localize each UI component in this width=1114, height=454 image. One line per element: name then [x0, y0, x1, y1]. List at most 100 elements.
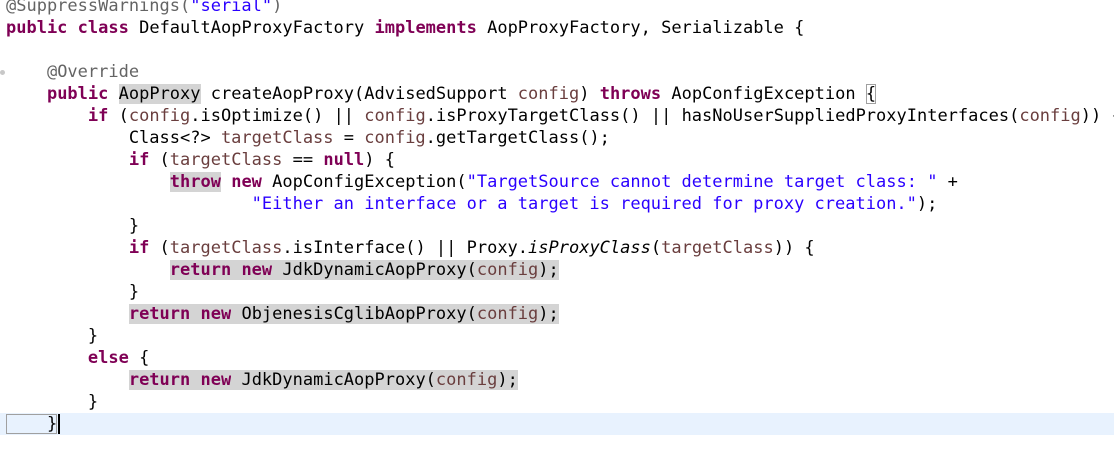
code-editor[interactable]: @SuppressWarnings("serial") public class … [0, 0, 1114, 454]
code-text: + [937, 172, 958, 192]
code-text: AopConfigException [661, 84, 866, 104]
code-text: } [6, 282, 140, 302]
code-text: ); [538, 304, 559, 324]
code-identifier: config [128, 106, 191, 126]
code-content: @SuppressWarnings("serial") [6, 0, 282, 17]
code-identifier: config [476, 260, 539, 280]
code-keyword: throw [169, 172, 221, 192]
code-text: } [6, 414, 58, 434]
code-line[interactable]: if (targetClass == null) { [0, 149, 1114, 171]
code-keyword: new [200, 304, 232, 324]
code-text: JdkDynamicAopProxy( [231, 370, 436, 390]
code-text: AopProxyFactory, Serializable { [476, 18, 805, 38]
code-content: } [6, 281, 139, 303]
code-line[interactable]: if (config.isOptimize() || config.isProx… [0, 105, 1114, 127]
code-line[interactable]: "Either an interface or a target is requ… [0, 193, 1114, 215]
code-text: ); [916, 194, 938, 214]
code-content: return new ObjenesisCglibAopProxy(config… [6, 303, 559, 325]
code-identifier: targetClass [169, 150, 283, 170]
code-text: ( [108, 106, 129, 126]
code-text: { [128, 348, 150, 368]
code-keyword: class [77, 18, 129, 38]
code-string: "TargetSource cannot determine target cl… [466, 172, 938, 192]
code-keyword: if [87, 106, 109, 126]
code-content: return new JdkDynamicAopProxy(config); [6, 369, 518, 391]
code-text: AopProxy [118, 84, 201, 104]
code-content: Class<?> targetClass = config.getTargetC… [6, 127, 610, 149]
code-text: = [333, 128, 365, 148]
code-text [190, 370, 201, 390]
code-content: } [6, 325, 98, 347]
code-keyword: if [128, 238, 150, 258]
code-identifier: config [435, 370, 498, 390]
code-text: { [865, 84, 877, 104]
code-line[interactable]: @SuppressWarnings("serial") [0, 0, 1114, 17]
code-keyword: new [241, 260, 273, 280]
code-line[interactable]: } [0, 325, 1114, 347]
code-identifier: config [364, 128, 426, 148]
code-text: ); [538, 260, 559, 280]
code-keyword: if [128, 150, 150, 170]
code-line[interactable]: } [0, 413, 1114, 435]
code-text: ( [149, 238, 170, 258]
code-line[interactable]: public AopProxy createAopProxy(AdvisedSu… [0, 83, 1114, 105]
code-text: .getTargetClass(); [425, 128, 610, 148]
code-line[interactable]: Class<?> targetClass = config.getTargetC… [0, 127, 1114, 149]
code-line[interactable]: return new ObjenesisCglibAopProxy(config… [0, 303, 1114, 325]
code-line[interactable]: throw new AopConfigException("TargetSour… [0, 171, 1114, 193]
code-identifier: config [476, 304, 539, 324]
code-keyword: return [128, 370, 191, 390]
code-content: if (config.isOptimize() || config.isProx… [6, 105, 1114, 127]
code-line[interactable]: } [0, 215, 1114, 237]
code-line[interactable]: return new JdkDynamicAopProxy(config); [0, 259, 1114, 281]
code-content: if (targetClass == null) { [6, 149, 395, 171]
code-line[interactable]: return new JdkDynamicAopProxy(config); [0, 369, 1114, 391]
code-identifier: targetClass [661, 238, 774, 258]
code-text: } [6, 392, 99, 412]
code-line[interactable] [0, 39, 1114, 61]
code-identifier: config [364, 106, 426, 126]
code-line[interactable]: public class DefaultAopProxyFactory impl… [0, 17, 1114, 39]
code-content: } [6, 391, 98, 413]
code-content: } [6, 215, 139, 237]
code-keyword: new [200, 370, 232, 390]
code-string: "Either an interface or a target is requ… [251, 194, 917, 214]
code-keyword: return [128, 304, 191, 324]
code-keyword: public [6, 18, 68, 38]
code-text [231, 260, 242, 280]
code-line[interactable]: } [0, 281, 1114, 303]
code-identifier: config [517, 84, 580, 104]
code-keyword: public [46, 84, 109, 104]
code-text: )) { [1080, 106, 1114, 126]
code-text: Class<?> [6, 128, 221, 148]
code-text: } [6, 216, 140, 236]
code-keyword: new [231, 172, 262, 192]
code-text: createAopProxy(AdvisedSupport [200, 84, 518, 104]
code-keyword: throws [599, 84, 662, 104]
code-text: )) { [773, 238, 815, 258]
code-content: public AopProxy createAopProxy(AdvisedSu… [6, 83, 877, 105]
code-text: } [6, 326, 99, 346]
code-keyword: null [323, 150, 365, 170]
code-text: DefaultAopProxyFactory [128, 18, 375, 38]
code-line[interactable]: } [0, 391, 1114, 413]
code-content: return new JdkDynamicAopProxy(config); [6, 259, 559, 281]
code-line[interactable]: @Override [0, 61, 1114, 83]
code-line[interactable]: if (targetClass.isInterface() || Proxy.i… [0, 237, 1114, 259]
code-content: @Override [6, 61, 139, 83]
code-static-method: isProxyClass [528, 238, 651, 258]
code-line[interactable]: else { [0, 347, 1114, 369]
code-content: public class DefaultAopProxyFactory impl… [6, 17, 804, 39]
code-text: ( [149, 150, 170, 170]
code-text: == [282, 150, 324, 170]
text-caret [58, 414, 61, 434]
code-content: if (targetClass.isInterface() || Proxy.i… [6, 237, 815, 259]
